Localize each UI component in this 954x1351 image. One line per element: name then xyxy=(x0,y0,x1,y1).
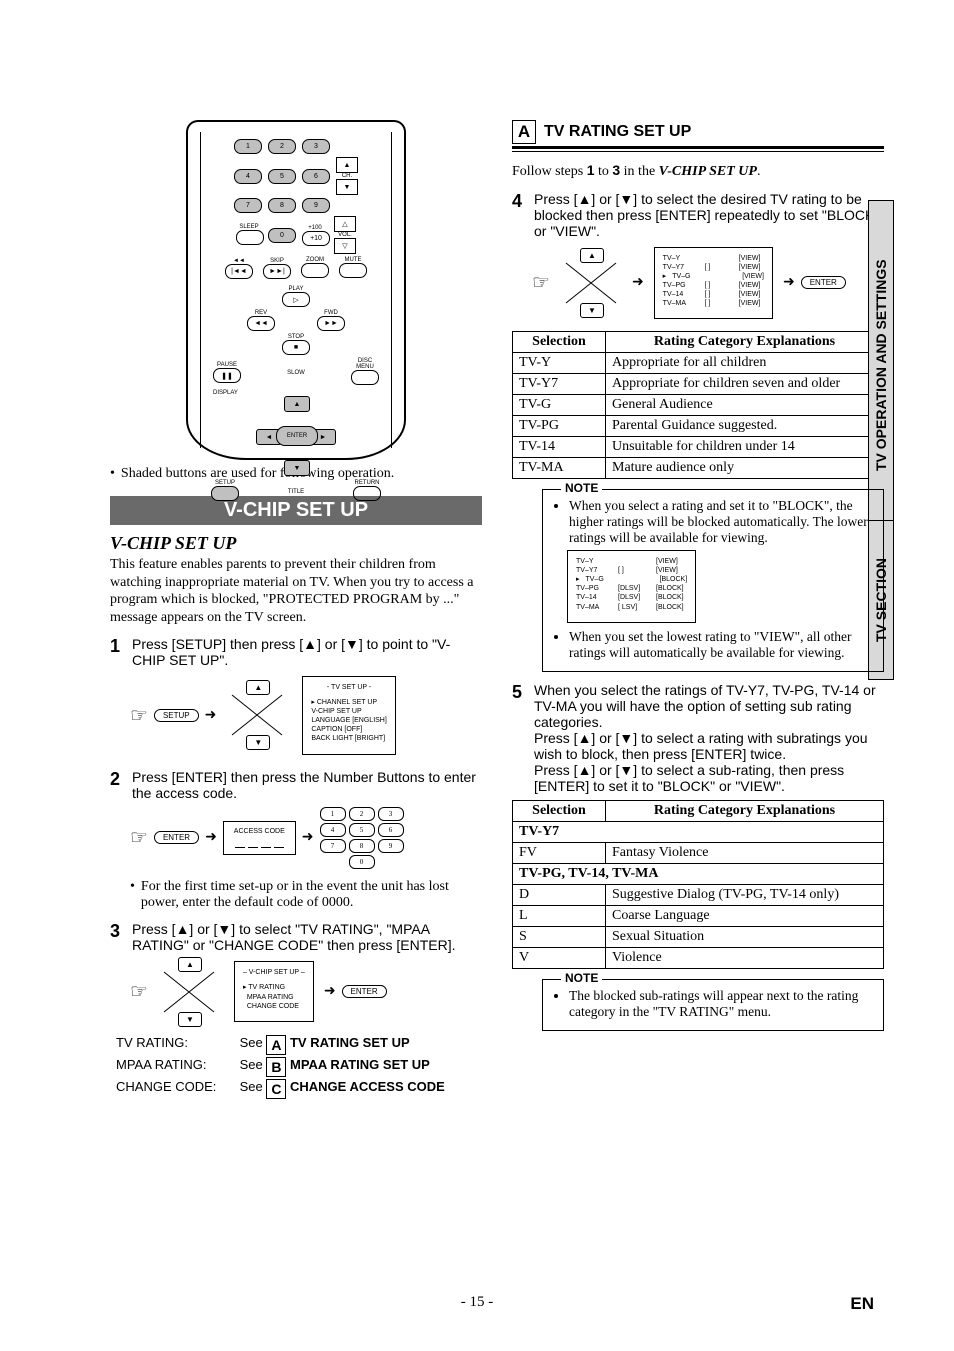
access-code-box: ACCESS CODE xyxy=(223,821,296,855)
follow-steps-line: Follow steps 1 to 3 in the V-CHIP SET UP… xyxy=(512,162,884,181)
osd-ratings-view: TV–Y[VIEW] TV–Y7[ ][VIEW] ▸TV–G[VIEW] TV… xyxy=(654,247,773,320)
page-footer: - 15 - EN xyxy=(0,1294,954,1311)
mini-dpad: ▲ ▼ xyxy=(154,957,224,1027)
num-0-button: 0 xyxy=(268,228,296,243)
ch-up-button: ▲ xyxy=(336,157,358,173)
return-button xyxy=(353,486,381,501)
num-2-button: 2 xyxy=(268,139,296,154)
enter-pill: ENTER xyxy=(342,985,387,998)
step-1: 1 Press [SETUP] then press [▲] or [▼] to… xyxy=(110,636,482,668)
step1-diagram: ☞ SETUP ➜ ▲ ▼ - TV SET UP - ▸ CHANNEL SE… xyxy=(130,672,482,759)
discmenu-button xyxy=(351,370,379,385)
setup-pill: SETUP xyxy=(154,709,199,722)
title-label: TITLE xyxy=(288,489,304,495)
see-tv-rating: TV RATING: See A TV RATING SET UP xyxy=(116,1035,482,1055)
lang-code: EN xyxy=(850,1294,874,1314)
step-5: 5 When you select the ratings of TV-Y7, … xyxy=(512,682,884,794)
step3-diagram: ☞ ▲ ▼ – V-CHIP SET UP – ▸ TV RATING MPAA… xyxy=(130,957,482,1027)
num-9-button: 9 xyxy=(302,198,330,213)
note-box-1: NOTE When you select a rating and set it… xyxy=(542,489,884,672)
osd-ratings-block: TV–Y[VIEW] TV–Y7[ ][VIEW] ▸TV–G[BLOCK] T… xyxy=(567,550,696,623)
remote-diagram: 1 2 3 4 5 6 ▲ CH. ▼ xyxy=(186,120,406,460)
mini-numpad: 123 456 789 0 xyxy=(320,805,404,871)
see-mpaa-rating: MPAA RATING: See B MPAA RATING SET UP xyxy=(116,1057,482,1077)
play-button: ▷ xyxy=(282,292,310,307)
see-change-code: CHANGE CODE: See C CHANGE ACCESS CODE xyxy=(116,1079,482,1099)
rating-table-1: SelectionRating Category Explanations TV… xyxy=(512,331,884,479)
sleep-button xyxy=(236,230,264,245)
arrow-icon: ➜ xyxy=(302,829,314,846)
arrow-icon: ➜ xyxy=(205,829,217,846)
step2-diagram: ☞ ENTER ➜ ACCESS CODE ➜ 123 456 789 0 xyxy=(130,805,482,871)
zoom-button xyxy=(301,263,329,278)
step-3: 3 Press [▲] or [▼] to select "TV RATING"… xyxy=(110,921,482,953)
hand-icon: ☞ xyxy=(130,979,148,1004)
nav-down-button: ▼ xyxy=(284,460,310,476)
osd-tvsetup: - TV SET UP - ▸ CHANNEL SET UP V-CHIP SE… xyxy=(302,676,395,755)
rating-table-2: SelectionRating Category Explanations TV… xyxy=(512,800,884,969)
mini-dpad: ▲ ▼ xyxy=(222,680,292,750)
pause-button: ❚❚ xyxy=(213,368,241,383)
mini-dpad: ▲ ▼ xyxy=(556,248,626,318)
num-6-button: 6 xyxy=(302,169,330,184)
mute-button xyxy=(339,263,367,278)
hand-icon: ☞ xyxy=(130,825,148,850)
vchip-heading: V-CHIP SET UP xyxy=(110,533,482,554)
hand-icon: ☞ xyxy=(130,703,148,728)
arrow-icon: ➜ xyxy=(324,983,336,1000)
num-7-button: 7 xyxy=(234,198,262,213)
plus10-button: +10 xyxy=(302,231,330,246)
skip-fwd-button: ►►| xyxy=(263,264,291,279)
left-column: 1 2 3 4 5 6 ▲ CH. ▼ xyxy=(110,120,482,1099)
num-1-button: 1 xyxy=(234,139,262,154)
nav-up-button: ▲ xyxy=(284,396,310,412)
osd-vchip: – V-CHIP SET UP – ▸ TV RATING MPAA RATIN… xyxy=(234,961,314,1021)
discmenu-label: DISC MENU xyxy=(351,358,379,370)
side-tab-operation: TV OPERATION AND SETTINGS xyxy=(868,200,894,530)
vchip-intro: This feature enables parents to prevent … xyxy=(110,556,482,626)
step-4: 4 Press [▲] or [▼] to select the desired… xyxy=(512,191,884,239)
arrow-icon: ➜ xyxy=(783,274,795,291)
vol-up-button: △ xyxy=(334,216,356,232)
num-4-button: 4 xyxy=(234,169,262,184)
skip-back-button: |◄◄ xyxy=(225,264,253,279)
arrow-icon: ➜ xyxy=(205,707,217,724)
fwd-button: ►► xyxy=(317,316,345,331)
section-a-heading: A TV RATING SET UP xyxy=(512,120,884,144)
right-column: A TV RATING SET UP Follow steps 1 to 3 i… xyxy=(512,120,884,1099)
note-box-2: NOTE The blocked sub-ratings will appear… xyxy=(542,979,884,1031)
plus100-label: +100 xyxy=(302,225,328,231)
enter-pill: ENTER xyxy=(801,276,846,289)
rev-button: ◄◄ xyxy=(247,316,275,331)
page-number: - 15 - xyxy=(461,1294,494,1310)
nav-enter-button: ENTER xyxy=(276,426,318,446)
ch-down-button: ▼ xyxy=(336,179,358,195)
enter-pill: ENTER xyxy=(154,831,199,844)
arrow-icon: ➜ xyxy=(632,274,644,291)
num-8-button: 8 xyxy=(268,198,296,213)
step-2: 2 Press [ENTER] then press the Number Bu… xyxy=(110,769,482,801)
nav-dpad: ▲ ▼ ◄ ► ENTER xyxy=(256,396,336,476)
slow-label: SLOW xyxy=(287,370,305,376)
hand-icon: ☞ xyxy=(532,270,550,295)
vol-down-button: ▽ xyxy=(334,238,356,254)
num-5-button: 5 xyxy=(268,169,296,184)
num-3-button: 3 xyxy=(302,139,330,154)
setup-button xyxy=(211,486,239,501)
sleep-label: SLEEP xyxy=(236,224,262,230)
step4-diagram: ☞ ▲ ▼ ➜ TV–Y[VIEW] TV–Y7[ ][VIEW] ▸TV–G[… xyxy=(532,243,884,324)
stop-button: ■ xyxy=(282,340,310,355)
step2-note: •For the first time set-up or in the eve… xyxy=(130,879,482,911)
